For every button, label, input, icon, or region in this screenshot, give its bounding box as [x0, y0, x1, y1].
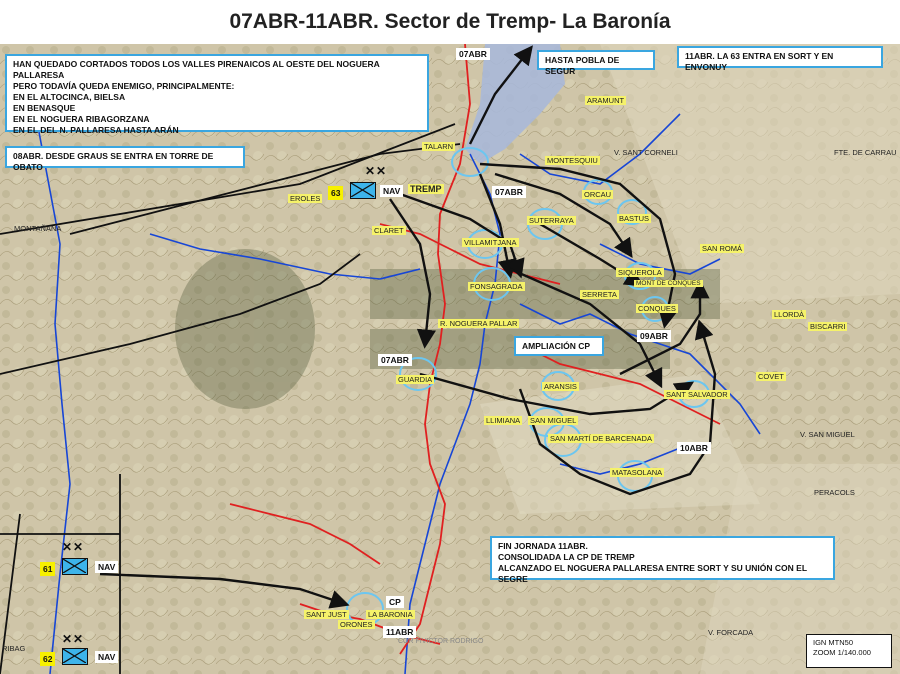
unit-number: 61 — [40, 562, 56, 576]
infantry-unit-icon — [350, 182, 376, 199]
ampliacion-box: AMPLIACIÓN CP — [514, 336, 604, 356]
fin-line: FIN JORNADA 11ABR. — [498, 541, 588, 551]
sort-box: 11ABR. LA 63 ENTRA EN SORT Y EN ENVONUY — [677, 46, 883, 72]
fin-line: ALCANZADO EL NOGUERA PALLARESA ENTRE SOR… — [498, 563, 807, 584]
place-label: SAN MIGUEL — [528, 416, 579, 425]
arrow-label-cp-date: 11ABR — [383, 626, 417, 638]
intro-line: EN BENASQUE — [13, 103, 76, 113]
arrow-label-left: 07ABR — [378, 354, 412, 366]
arrow-label-09: 09ABR — [637, 330, 671, 342]
place-label: LLORDÀ — [772, 310, 807, 319]
place-label: V. SANT CORNELI — [614, 148, 678, 157]
arrow-label-10: 10ABR — [677, 442, 711, 454]
place-label: ORONES — [338, 620, 375, 629]
place-label: VILLAMITJANA — [462, 238, 519, 247]
fin-box: FIN JORNADA 11ABR. CONSOLIDADA LA CP DE … — [490, 536, 835, 584]
arrow-label-mid: 07ABR — [492, 186, 526, 198]
place-label: MATASOLANA — [610, 468, 665, 477]
place-label: LLIMIANA — [484, 416, 523, 425]
place-label: ARANSIS — [542, 382, 579, 391]
pobla-box: HASTA POBLA DE SEGUR — [537, 50, 655, 76]
map-source: IGN MTN50 — [813, 638, 854, 647]
place-label: MONT DE CONQUES — [634, 280, 703, 287]
place-label: SUTERRAYA — [527, 216, 576, 225]
place-label: RIBAG — [2, 644, 26, 653]
intro-line: HAN QUEDADO CORTADOS TODOS LOS VALLES PI… — [13, 59, 380, 80]
place-label: PERACOLS — [814, 488, 855, 497]
place-label: ARAMUNT — [585, 96, 627, 105]
place-label: SANT SALVADOR — [664, 390, 730, 399]
map-title: 07ABR-11ABR. Sector de Tremp- La Baronía — [229, 10, 671, 33]
place-label: BASTUS — [617, 214, 652, 223]
arrow-label-cp: CP — [386, 596, 404, 608]
map-credit: COR FIVICTOR RODRIGO — [398, 638, 484, 645]
division-marker: ✕✕ — [365, 164, 388, 178]
place-label: TREMP — [408, 184, 444, 194]
infantry-unit-icon — [62, 558, 88, 575]
place-label: SANT JUST — [304, 610, 349, 619]
place-label: SAN MARTÍ DE BARCENADA — [548, 434, 654, 443]
place-label: COVET — [756, 372, 786, 381]
unit-type: NAV — [95, 651, 119, 663]
unit-type: NAV — [380, 185, 404, 197]
place-label: MONTESQUIU — [545, 156, 600, 165]
unit-number: 62 — [40, 652, 56, 666]
intro-line: PERO TODAVÍA QUEDA ENEMIGO, PRINCIPALMEN… — [13, 81, 235, 91]
infantry-unit-icon — [62, 648, 88, 665]
place-label: EROLES — [288, 194, 323, 203]
place-label: ORCAU — [582, 190, 614, 199]
scale-box: IGN MTN50 ZOOM 1/140.000 — [806, 634, 892, 668]
unit-number: 63 — [328, 186, 344, 200]
place-label: BISCARRI — [808, 322, 848, 331]
place-label: V. FORCADA — [708, 628, 754, 637]
map-canvas: HAN QUEDADO CORTADOS TODOS LOS VALLES PI… — [0, 44, 900, 674]
place-label: TALARN — [422, 142, 456, 151]
intro-box: HAN QUEDADO CORTADOS TODOS LOS VALLES PI… — [5, 54, 429, 135]
place-label: FONSAGRADA — [468, 282, 525, 291]
place-label: LA BARONIA — [366, 610, 415, 619]
place-label: SAN ROMÁ — [700, 244, 745, 253]
intro-line: EN EL DEL N. PALLARESA HASTA ARÁN — [13, 125, 179, 135]
place-label: V. SAN MIGUEL — [800, 430, 855, 439]
place-label: CLARET — [372, 226, 406, 235]
place-label: GUARDIA — [396, 375, 435, 384]
place-label: R. NOGUERA PALLAR — [438, 319, 520, 328]
division-marker: ✕✕ — [62, 540, 85, 554]
place-label: SIQUEROLA — [616, 268, 664, 277]
place-label: SERRETA — [580, 290, 619, 299]
map-zoom: ZOOM 1/140.000 — [813, 648, 871, 657]
place-label: FTE. DE CARRAU — [834, 148, 897, 157]
intro-line: EN EL ALTOCINCA, BIELSA — [13, 92, 126, 102]
intro-line: EN EL NOGUERA RIBAGORZANA — [13, 114, 150, 124]
arrow-label-top: 07ABR — [456, 48, 490, 60]
ampliacion-text: AMPLIACIÓN CP — [522, 341, 590, 351]
division-marker: ✕✕ — [62, 632, 85, 646]
fin-line: CONSOLIDADA LA CP DE TREMP — [498, 552, 635, 562]
place-label: MONTAÑANA — [14, 224, 62, 233]
unit-type: NAV — [95, 561, 119, 573]
place-label: CONQUES — [636, 304, 678, 313]
graus-box: 08ABR. DESDE GRAUS SE ENTRA EN TORRE DE … — [5, 146, 245, 172]
